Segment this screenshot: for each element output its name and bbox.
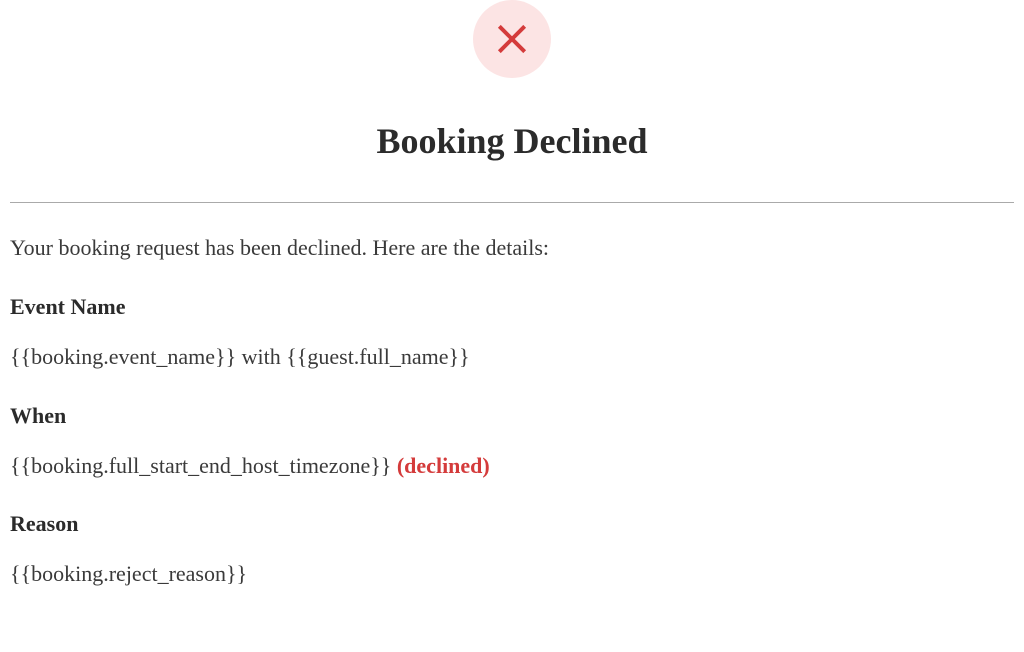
when-label: When (10, 403, 1014, 429)
declined-status-tag: (declined) (397, 453, 490, 478)
divider (10, 202, 1014, 203)
close-icon (493, 20, 531, 58)
reason-value: {{booking.reject_reason}} (10, 559, 1014, 590)
when-time-text: {{booking.full_start_end_host_timezone}} (10, 453, 391, 478)
page-title: Booking Declined (10, 120, 1014, 162)
intro-text: Your booking request has been declined. … (10, 233, 1014, 264)
status-icon-circle (473, 0, 551, 78)
reason-label: Reason (10, 511, 1014, 537)
event-name-value: {{booking.event_name}} with {{guest.full… (10, 342, 1014, 373)
event-name-label: Event Name (10, 294, 1014, 320)
when-value: {{booking.full_start_end_host_timezone}}… (10, 451, 1014, 482)
